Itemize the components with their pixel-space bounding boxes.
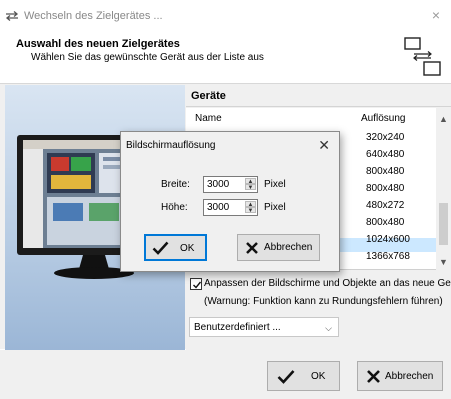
- title-bar: Wechseln des Zielgerätes ... ×: [0, 0, 451, 32]
- chevron-down-icon: ⌵: [325, 323, 332, 333]
- width-spin-buttons[interactable]: ▲ ▼: [245, 178, 256, 191]
- width-stepper[interactable]: 3000 ▲ ▼: [203, 176, 258, 193]
- adjust-label[interactable]: Anpassen der Bildschirme und Objekte an …: [204, 278, 451, 289]
- list-item-resolution[interactable]: 640x480: [366, 149, 404, 160]
- dialog-close-button[interactable]: ✕: [318, 137, 330, 154]
- list-item-resolution[interactable]: 800x480: [366, 183, 404, 194]
- resolution-dropdown[interactable]: Benutzerdefiniert ... ⌵: [189, 317, 339, 337]
- devices-section-title: Geräte: [191, 90, 226, 102]
- list-item-resolution[interactable]: 800x480: [366, 166, 404, 177]
- checkmark-icon: [193, 281, 202, 289]
- height-unit: Pixel: [264, 202, 286, 213]
- height-label: Höhe:: [161, 202, 188, 213]
- list-scrollbar[interactable]: ▲ ▼: [436, 108, 451, 270]
- width-value[interactable]: 3000: [207, 179, 229, 190]
- dialog-title: Bildschirmauflösung: [126, 140, 216, 151]
- width-unit: Pixel: [264, 179, 286, 190]
- wizard-header: Auswahl des neuen Zielgerätes Wählen Sie…: [0, 32, 451, 84]
- column-header-name[interactable]: Name: [195, 113, 222, 124]
- scroll-down-icon[interactable]: ▼: [439, 257, 448, 267]
- height-spin-buttons[interactable]: ▲ ▼: [245, 201, 256, 214]
- adjust-checkbox[interactable]: [190, 278, 202, 290]
- list-item-resolution[interactable]: 480x272: [366, 200, 404, 211]
- spin-down-icon[interactable]: ▼: [245, 207, 256, 214]
- list-item-resolution[interactable]: 1024x600: [366, 234, 410, 245]
- resolution-dialog: Bildschirmauflösung ✕ Breite: 3000 ▲ ▼ P…: [120, 131, 340, 272]
- window-close-button[interactable]: ×: [429, 8, 443, 22]
- height-stepper[interactable]: 3000 ▲ ▼: [203, 199, 258, 216]
- adjust-warning: (Warnung: Funktion kann zu Rundungsfehle…: [204, 296, 443, 307]
- list-item-resolution[interactable]: 800x480: [366, 217, 404, 228]
- column-header-resolution[interactable]: Auflösung: [361, 113, 405, 124]
- devices-section-header: Geräte: [186, 85, 451, 107]
- dialog-ok-button[interactable]: OK: [144, 234, 207, 261]
- window-title: Wechseln des Zielgerätes ...: [24, 10, 163, 22]
- dropdown-value: Benutzerdefiniert ...: [194, 322, 281, 333]
- switch-device-icon: [5, 11, 19, 21]
- check-icon: [152, 241, 169, 255]
- dialog-cancel-button[interactable]: Abbrechen: [237, 234, 320, 261]
- close-icon: [367, 370, 380, 383]
- ok-button-label: OK: [311, 371, 326, 382]
- scroll-up-icon[interactable]: ▲: [439, 114, 448, 124]
- spin-down-icon[interactable]: ▼: [245, 184, 256, 191]
- scroll-thumb[interactable]: [439, 203, 448, 245]
- width-label: Breite:: [161, 179, 190, 190]
- device-change-icon: [404, 37, 441, 76]
- close-icon: [246, 242, 258, 254]
- check-icon: [277, 370, 295, 384]
- list-item-resolution[interactable]: 1366x768: [366, 251, 410, 262]
- dialog-ok-label: OK: [180, 243, 195, 254]
- ok-button[interactable]: OK: [267, 361, 340, 391]
- height-value[interactable]: 3000: [207, 202, 229, 213]
- list-item-resolution[interactable]: 320x240: [366, 132, 404, 143]
- cancel-button[interactable]: Abbrechen: [357, 361, 443, 391]
- dialog-cancel-label: Abbrechen: [264, 242, 313, 253]
- cancel-button-label: Abbrechen: [385, 371, 434, 382]
- header-subtitle: Wählen Sie das gewünschte Gerät aus der …: [31, 52, 264, 63]
- header-title: Auswahl des neuen Zielgerätes: [16, 38, 180, 50]
